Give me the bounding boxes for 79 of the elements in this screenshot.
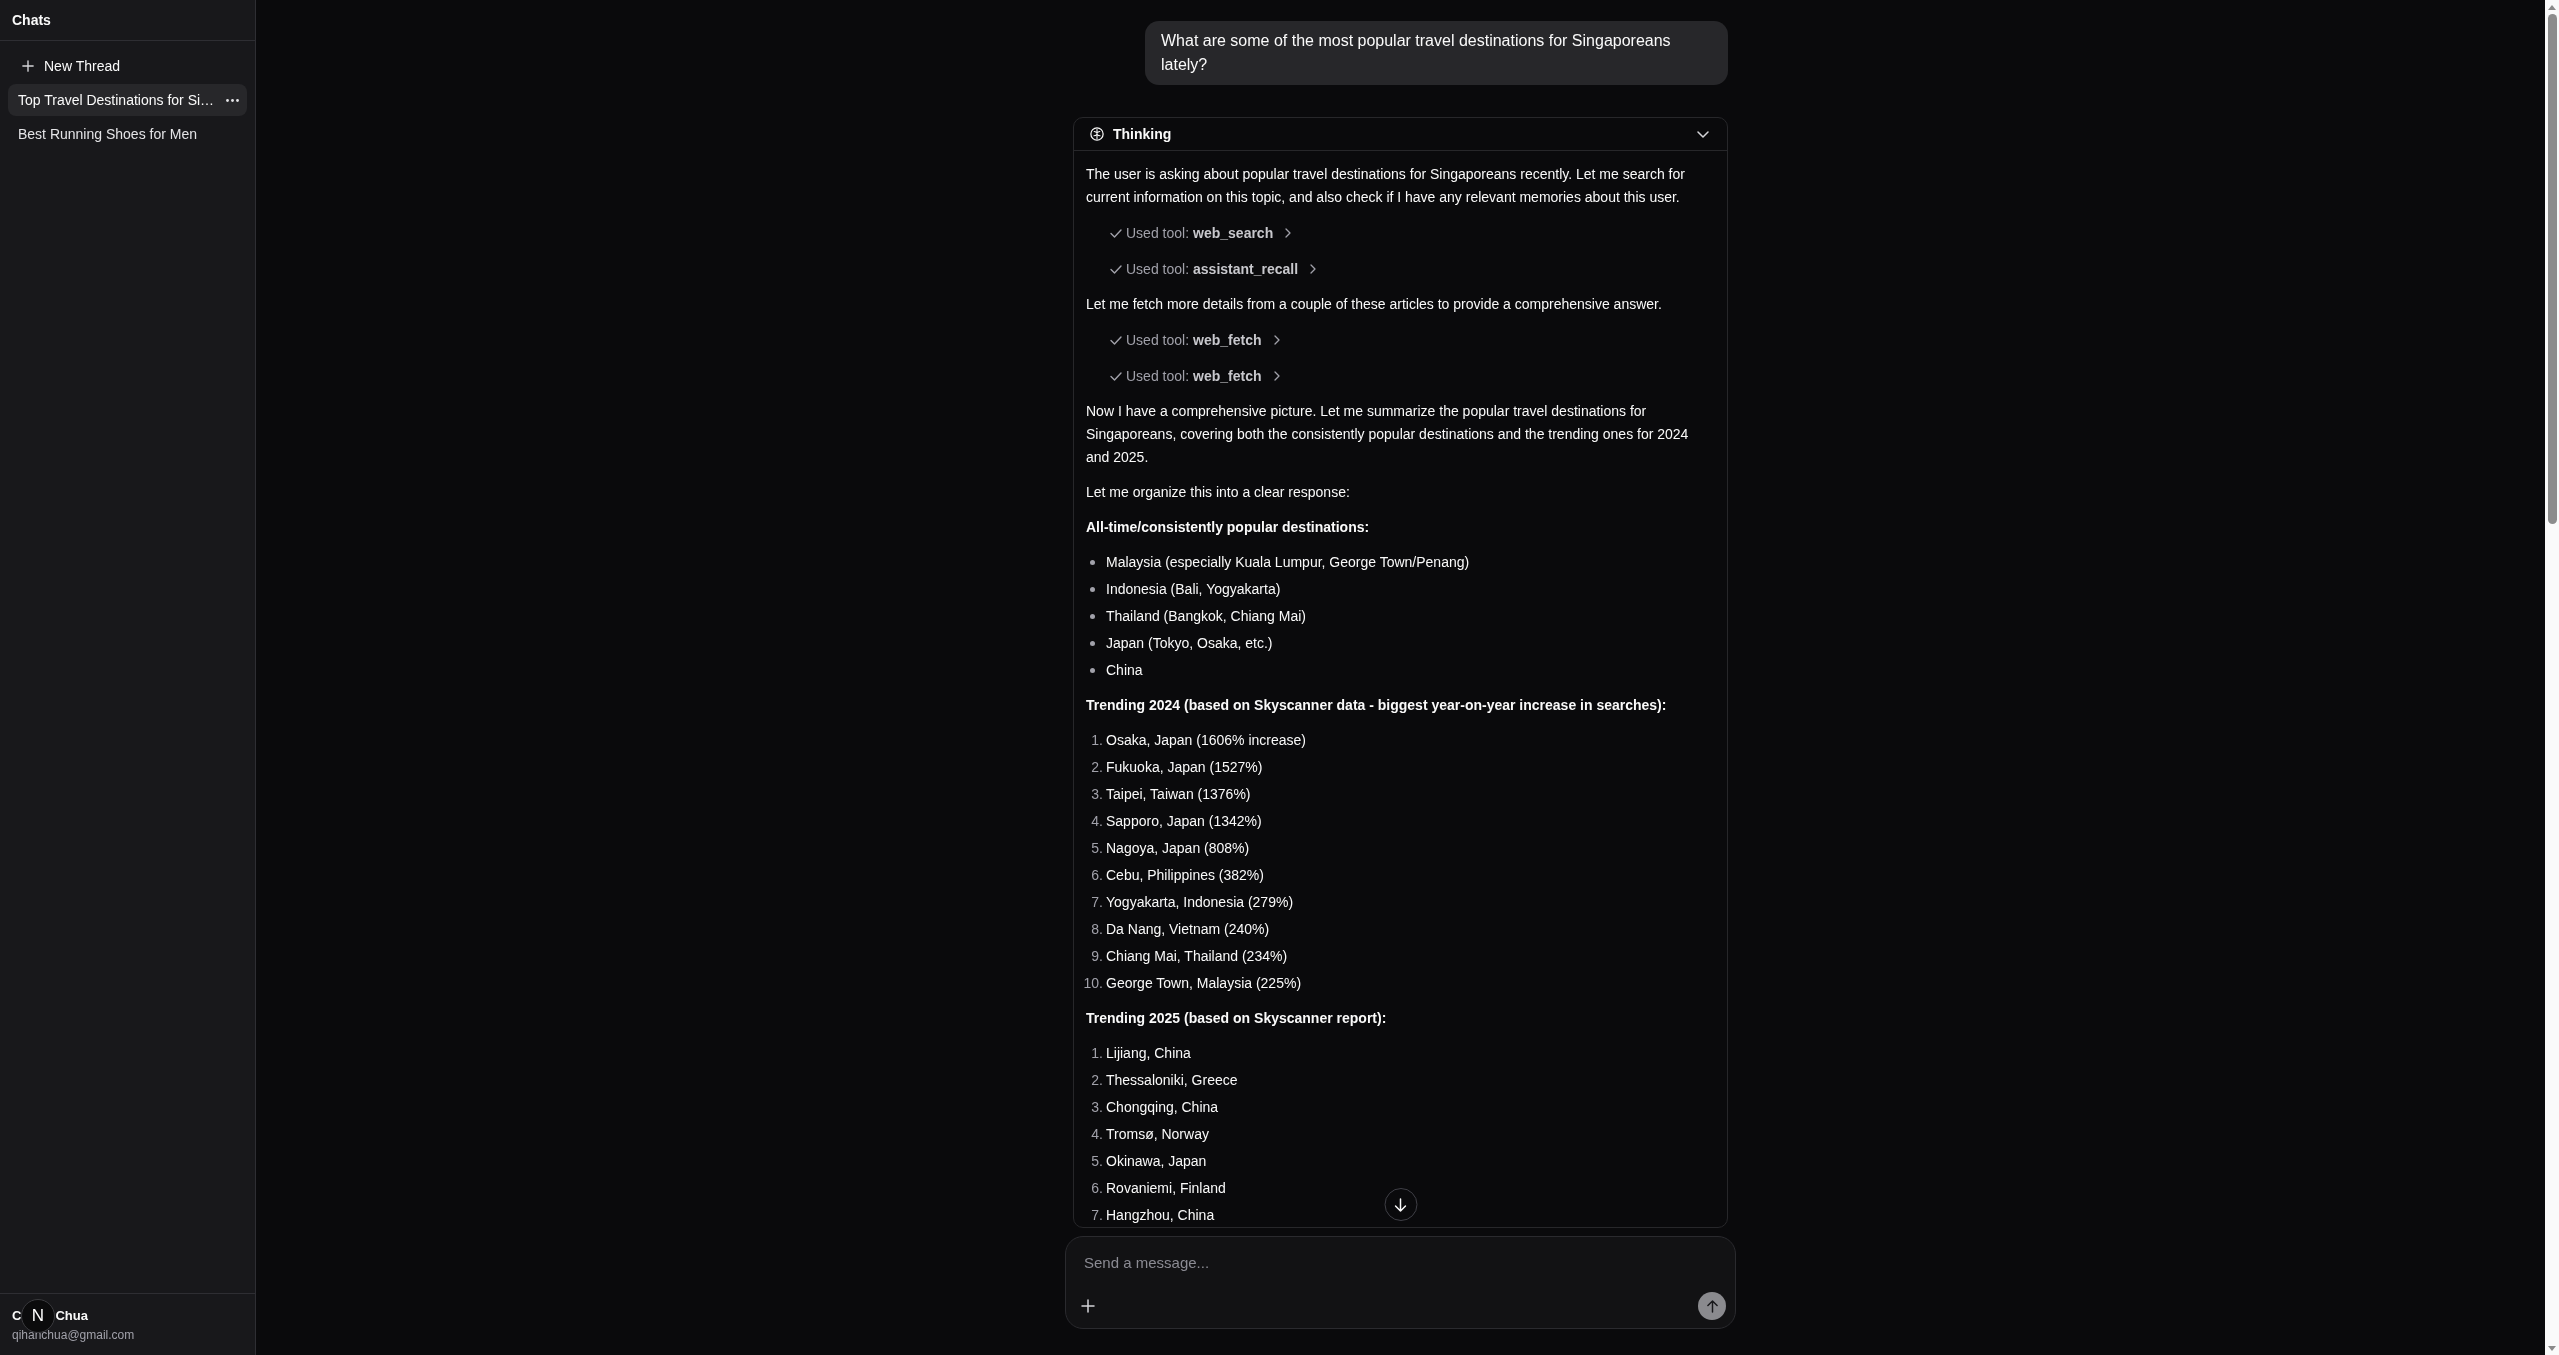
list-number: 3. bbox=[1090, 1098, 1103, 1117]
list-number: 7. bbox=[1090, 893, 1103, 912]
list-number: 5. bbox=[1090, 1152, 1103, 1171]
list-number: 4. bbox=[1090, 812, 1103, 831]
section-heading: Trending 2025 (based on Skyscanner report): bbox=[1086, 1009, 1388, 1028]
list-item: Tromsø, Norway bbox=[1106, 1125, 1209, 1144]
thread-item[interactable]: Top Travel Destinations for Si… bbox=[8, 84, 247, 116]
scroll-down-arrow-icon[interactable] bbox=[2548, 1345, 2556, 1351]
sidebar-title: Chats bbox=[12, 11, 51, 29]
list-item: Hangzhou, China bbox=[1106, 1206, 1215, 1225]
tool-call-toggle[interactable]: Used tool: web_fetch bbox=[1110, 364, 1280, 388]
list-item: Thailand (Bangkok, Chiang Mai) bbox=[1106, 607, 1306, 626]
list-number: 6. bbox=[1090, 1179, 1103, 1198]
chevron-down-icon bbox=[1697, 130, 1709, 138]
scrollbar-thumb[interactable] bbox=[2547, 14, 2557, 524]
list-number: 4. bbox=[1090, 1125, 1103, 1144]
tool-call-toggle[interactable]: Used tool: web_fetch bbox=[1110, 328, 1280, 352]
arrow-up-icon bbox=[1706, 1299, 1718, 1313]
thread-item[interactable]: Best Running Shoes for Men bbox=[8, 118, 247, 150]
arrow-down-icon bbox=[1394, 1197, 1407, 1212]
list-item: Malaysia (especially Kuala Lumpur, George Town/Penang) bbox=[1106, 553, 1470, 572]
plus-icon bbox=[1081, 1299, 1095, 1313]
list-item: Nagoya, Japan (808%) bbox=[1106, 839, 1250, 858]
send-button[interactable] bbox=[1698, 1292, 1726, 1320]
bullet-icon bbox=[1090, 587, 1095, 592]
user-message: What are some of the most popular travel destinations for Singaporeans lately? bbox=[1145, 21, 1728, 85]
list-item: Yogyakarta, Indonesia (279%) bbox=[1106, 893, 1294, 912]
chevron-right-icon bbox=[1273, 371, 1280, 381]
list-item: Chongqing, China bbox=[1106, 1098, 1219, 1117]
tool-call-toggle[interactable]: Used tool: assistant_recall bbox=[1110, 257, 1317, 281]
list-item: Sapporo, Japan (1342%) bbox=[1106, 812, 1262, 831]
section-heading: Trending 2024 (based on Skyscanner data - biggest year-on-year increase in searches): bbox=[1086, 696, 1668, 715]
list-item: Rovaniemi, Finland bbox=[1106, 1179, 1226, 1198]
bullet-icon bbox=[1090, 614, 1095, 619]
list-number: 2. bbox=[1090, 758, 1103, 777]
list-item: Da Nang, Vietnam (240%) bbox=[1106, 920, 1270, 939]
thinking-text: Now I have a comprehensive picture. Let me summarize the popular travel destinations for Singaporeans, covering both the consistently popular destinations and the trending ones for 2024 and 2025. bbox=[1086, 402, 1690, 467]
section-heading: All-time/consistently popular destinations: bbox=[1086, 518, 1371, 537]
thinking-text: Let me fetch more details from a couple of these articles to provide a comprehensive answer. bbox=[1086, 295, 1663, 314]
chevron-right-icon bbox=[1273, 335, 1280, 345]
tool-call-toggle[interactable]: Used tool: web_search bbox=[1110, 221, 1292, 245]
list-number: 1. bbox=[1090, 1044, 1103, 1063]
bullet-icon bbox=[1090, 668, 1095, 673]
thinking-text: Let me organize this into a clear response: bbox=[1086, 483, 1351, 502]
scroll-up-arrow-icon[interactable] bbox=[2548, 4, 2556, 10]
list-number: 10. bbox=[1083, 974, 1103, 993]
user-name: C bbox=[12, 1307, 22, 1325]
bullet-icon bbox=[1090, 641, 1095, 646]
list-number: 6. bbox=[1090, 866, 1103, 885]
list-number: 5. bbox=[1090, 839, 1103, 858]
list-number: 3. bbox=[1090, 785, 1103, 804]
list-item: Osaka, Japan (1606% increase) bbox=[1106, 731, 1306, 750]
bullet-icon bbox=[1090, 560, 1095, 565]
chevron-right-icon bbox=[1310, 264, 1317, 274]
list-item: China bbox=[1106, 661, 1143, 680]
new-thread-button[interactable]: New Thread bbox=[8, 50, 128, 82]
brain-icon bbox=[1090, 127, 1104, 141]
list-number: 2. bbox=[1090, 1071, 1103, 1090]
list-item: Cebu, Philippines (382%) bbox=[1106, 866, 1264, 885]
list-number: 1. bbox=[1090, 731, 1103, 750]
more-icon bbox=[226, 98, 239, 102]
attach-button[interactable] bbox=[1080, 1298, 1096, 1314]
plus-icon bbox=[22, 60, 34, 72]
list-item: Japan (Tokyo, Osaka, etc.) bbox=[1106, 634, 1273, 653]
list-number: 7. bbox=[1090, 1206, 1103, 1225]
list-item: Thessaloniki, Greece bbox=[1106, 1071, 1238, 1090]
list-item: Okinawa, Japan bbox=[1106, 1152, 1207, 1171]
list-item: Indonesia (Bali, Yogyakarta) bbox=[1106, 580, 1281, 599]
list-item: Chiang Mai, Thailand (234%) bbox=[1106, 947, 1288, 966]
chevron-right-icon bbox=[1285, 228, 1292, 238]
list-number: 9. bbox=[1090, 947, 1103, 966]
user-name: Chua bbox=[55, 1307, 88, 1325]
list-number: 8. bbox=[1090, 920, 1103, 939]
list-item: George Town, Malaysia (225%) bbox=[1106, 974, 1302, 993]
thinking-toggle[interactable]: Thinking bbox=[1074, 118, 1727, 151]
list-item: Taipei, Taiwan (1376%) bbox=[1106, 785, 1251, 804]
thinking-text: The user is asking about popular travel destinations for Singaporeans recently. Let me search for current information on this topic, and also check if I have any relevant memories about this user. bbox=[1086, 165, 1686, 207]
list-item: Fukuoka, Japan (1527%) bbox=[1106, 758, 1263, 777]
list-item: Lijiang, China bbox=[1106, 1044, 1191, 1063]
